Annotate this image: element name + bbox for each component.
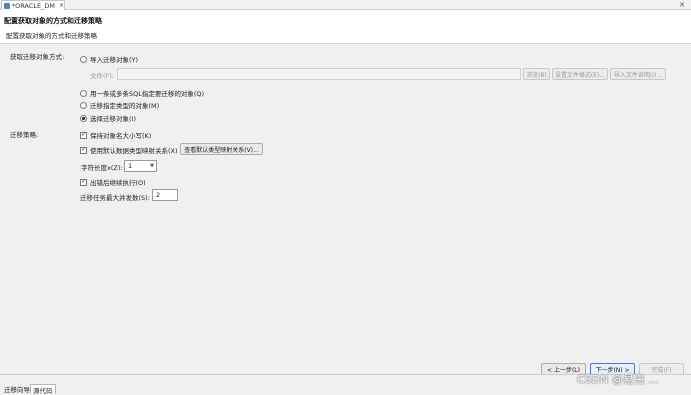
editor-tab[interactable]: *ORACLE_DM ✕ <box>1 0 65 10</box>
watermark: CSDN @易白 ... <box>577 373 659 386</box>
wizard-header: 配置获取对象的方式和迁移策略 配置获取对象的方式和迁移策略 <box>0 10 691 44</box>
max-concurrency-input[interactable]: 2 <box>152 189 178 201</box>
file-label: 文件(F): <box>90 72 115 80</box>
radio-circle-icon <box>80 89 87 97</box>
file-path-input[interactable] <box>117 68 521 80</box>
checkmark-icon: ✓ <box>80 131 87 139</box>
continue-on-error-checkbox[interactable]: ✓ 出错后继续执行(O) <box>80 177 146 187</box>
editor-tab-title: *ORACLE_DM <box>11 1 55 10</box>
tab-source-code[interactable]: 源代码 <box>30 384 56 395</box>
page-description: 配置获取对象的方式和迁移策略 <box>6 32 97 40</box>
page-title: 配置获取对象的方式和迁移策略 <box>4 17 102 25</box>
radio-selected-icon <box>80 114 87 122</box>
import-objects-radio[interactable]: 导入迁移对象(Y) <box>80 54 138 64</box>
radio-circle-icon <box>80 55 87 63</box>
close-view-icon[interactable]: ✕ <box>679 1 685 9</box>
set-file-format-button[interactable]: 设置文件格式(E)... <box>552 68 608 80</box>
browse-button[interactable]: 浏览(B) <box>523 68 550 80</box>
tab-migration-wizard[interactable]: 迁移向导 <box>2 384 32 394</box>
char-length-select[interactable]: 1 ▼ <box>124 160 157 172</box>
continue-on-error-label: 出错后继续执行(O) <box>90 179 146 187</box>
sql-objects-label: 用一条或多条SQL指定要迁移的对象(Q) <box>90 90 205 98</box>
char-length-label: 字符长度x(Z): <box>81 164 123 172</box>
type-objects-label: 迁移指定类型的对象(M) <box>90 102 160 110</box>
type-objects-radio[interactable]: 迁移指定类型的对象(M) <box>80 100 159 110</box>
view-default-mapping-button[interactable]: 查看默认类型映射关系(V)... <box>180 143 263 155</box>
keep-case-checkbox[interactable]: ✓ 保持对象名大小写(K) <box>80 130 151 140</box>
select-objects-label: 选择迁移对象(I) <box>90 115 136 123</box>
strategy-label: 迁移策略: <box>10 131 39 139</box>
default-mapping-label: 使用默认数据类型映射关系(X) <box>90 147 178 155</box>
select-objects-radio[interactable]: 选择迁移对象(I) <box>80 113 136 123</box>
chevron-down-icon: ▼ <box>150 163 154 169</box>
acquire-method-label: 获取迁移对象方式: <box>10 53 65 61</box>
checkmark-icon: ✓ <box>80 146 87 154</box>
radio-circle-icon <box>80 101 87 109</box>
checkmark-icon: ✓ <box>80 178 87 186</box>
default-mapping-checkbox[interactable]: ✓ 使用默认数据类型映射关系(X) <box>80 145 178 155</box>
keep-case-label: 保持对象名大小写(K) <box>90 132 152 140</box>
import-objects-label: 导入迁移对象(Y) <box>90 56 139 64</box>
editor-tab-bar: *ORACLE_DM ✕ ✕ <box>0 0 691 10</box>
import-file-desc-button[interactable]: 导入文件说明(I)... <box>610 68 666 80</box>
sql-objects-radio[interactable]: 用一条或多条SQL指定要迁移的对象(Q) <box>80 88 204 98</box>
close-tab-icon[interactable]: ✕ <box>59 2 64 9</box>
file-icon <box>4 2 10 9</box>
char-length-value: 1 <box>128 162 133 170</box>
max-concurrency-label: 迁移任务最大并发数(S): <box>80 194 150 202</box>
